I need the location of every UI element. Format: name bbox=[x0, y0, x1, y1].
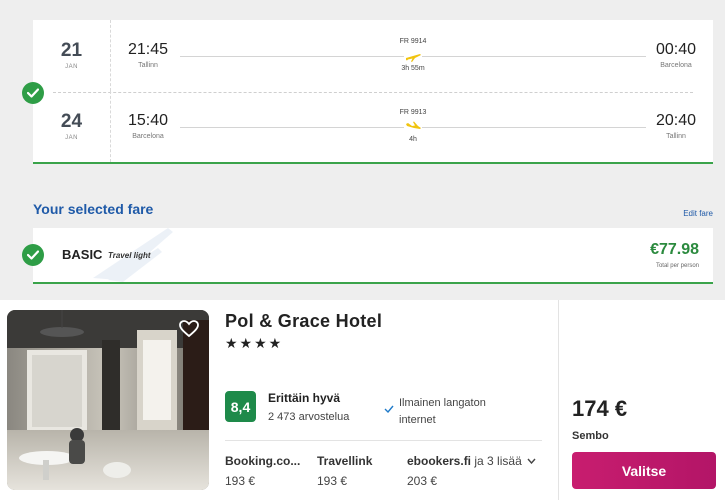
selected-fare-card: BASIC Travel light €77.98 Total per pers… bbox=[33, 228, 713, 284]
fare-price-note: Total per person bbox=[655, 263, 699, 269]
departure-time: 15:40 bbox=[127, 112, 169, 129]
outbound-month: JAN bbox=[65, 64, 78, 70]
hotel-name[interactable]: Pol & Grace Hotel bbox=[225, 311, 382, 332]
arrival-time: 20:40 bbox=[655, 112, 697, 129]
flight-summary-card: 21 JAN 21:45 Tallinn FR 9914 3h 55m 00:4… bbox=[33, 20, 713, 164]
inbound-day: 24 bbox=[60, 111, 83, 132]
plane-takeoff-icon bbox=[404, 49, 422, 63]
provider-price: 193 € bbox=[225, 474, 256, 488]
arrival-city: Barcelona bbox=[660, 62, 692, 69]
outbound-day: 21 bbox=[60, 40, 83, 61]
hotel-result-card: Pol & Grace Hotel ★★★★ 8,4 Erittäin hyvä… bbox=[0, 300, 725, 500]
inbound-flight-info: FR 9913 4h bbox=[363, 109, 463, 143]
divider bbox=[225, 440, 542, 441]
flight-number: FR 9914 bbox=[399, 38, 427, 45]
fare-price: €77.98 bbox=[650, 241, 699, 258]
provider-price: 193 € bbox=[317, 474, 348, 488]
departure-city: Barcelona bbox=[132, 133, 164, 140]
inbound-arrival: 20:40 Tallinn bbox=[646, 112, 706, 140]
flight-selected-check-icon bbox=[22, 82, 44, 104]
rating-score-badge: 8,4 bbox=[225, 391, 256, 422]
provider-name: Booking.co... bbox=[225, 454, 301, 468]
flight-duration: 4h bbox=[409, 136, 417, 143]
departure-time: 21:45 bbox=[127, 41, 169, 58]
inbound-month: JAN bbox=[65, 135, 78, 141]
outbound-arrival: 00:40 Barcelona bbox=[646, 41, 706, 69]
edit-fare-link[interactable]: Edit fare bbox=[683, 209, 713, 218]
arrival-city: Tallinn bbox=[666, 133, 686, 140]
fare-name: BASIC bbox=[62, 247, 103, 262]
provider-offer[interactable]: Travellink 193 € bbox=[317, 454, 372, 488]
provider-name-row: ebookers.fi ja 3 lisää bbox=[407, 454, 536, 468]
chevron-down-icon[interactable] bbox=[527, 458, 536, 464]
amenity-wifi: Ilmainen langaton internet bbox=[399, 397, 486, 426]
inbound-departure: 15:40 Barcelona bbox=[118, 112, 178, 140]
outbound-departure: 21:45 Tallinn bbox=[118, 41, 178, 69]
selected-fare-heading: Your selected fare bbox=[33, 201, 154, 217]
fare-tagline: Travel light bbox=[108, 251, 151, 260]
inbound-date: 24 JAN bbox=[33, 91, 111, 162]
departure-city: Tallinn bbox=[138, 62, 158, 69]
hotel-photo[interactable] bbox=[7, 310, 209, 490]
outbound-date: 21 JAN bbox=[33, 20, 111, 91]
amenity-check-icon bbox=[384, 405, 394, 413]
fare-selected-check-icon bbox=[22, 244, 44, 266]
provider-price: 203 € bbox=[407, 474, 438, 488]
plane-landing-icon bbox=[404, 120, 422, 134]
price-column-divider bbox=[558, 300, 559, 500]
outbound-flight-row[interactable]: 21 JAN 21:45 Tallinn FR 9914 3h 55m 00:4… bbox=[33, 20, 713, 91]
best-price: 174 € bbox=[572, 396, 628, 421]
provider-name: ebookers.fi bbox=[407, 454, 472, 468]
select-hotel-button[interactable]: Valitse bbox=[572, 452, 716, 489]
provider-offer[interactable]: ebookers.fi ja 3 lisää 203 € bbox=[407, 454, 536, 488]
outbound-flight-info: FR 9914 3h 55m bbox=[363, 38, 463, 72]
arrival-time: 00:40 bbox=[655, 41, 697, 58]
best-price-source: Sembo bbox=[572, 430, 609, 442]
rating-label: Erittäin hyvä bbox=[268, 391, 341, 405]
provider-name: Travellink bbox=[317, 454, 373, 468]
hotel-star-rating: ★★★★ bbox=[225, 335, 284, 351]
review-count[interactable]: 2 473 arvostelua bbox=[268, 411, 349, 423]
favorite-heart-icon[interactable] bbox=[179, 320, 199, 338]
flight-duration: 3h 55m bbox=[401, 65, 425, 72]
flight-number: FR 9913 bbox=[399, 109, 427, 116]
inbound-flight-row[interactable]: 24 JAN 15:40 Barcelona FR 9913 4h 20:40 … bbox=[33, 91, 713, 162]
provider-offer[interactable]: Booking.co... 193 € bbox=[225, 454, 305, 488]
more-providers-link[interactable]: ja 3 lisää bbox=[474, 454, 521, 468]
